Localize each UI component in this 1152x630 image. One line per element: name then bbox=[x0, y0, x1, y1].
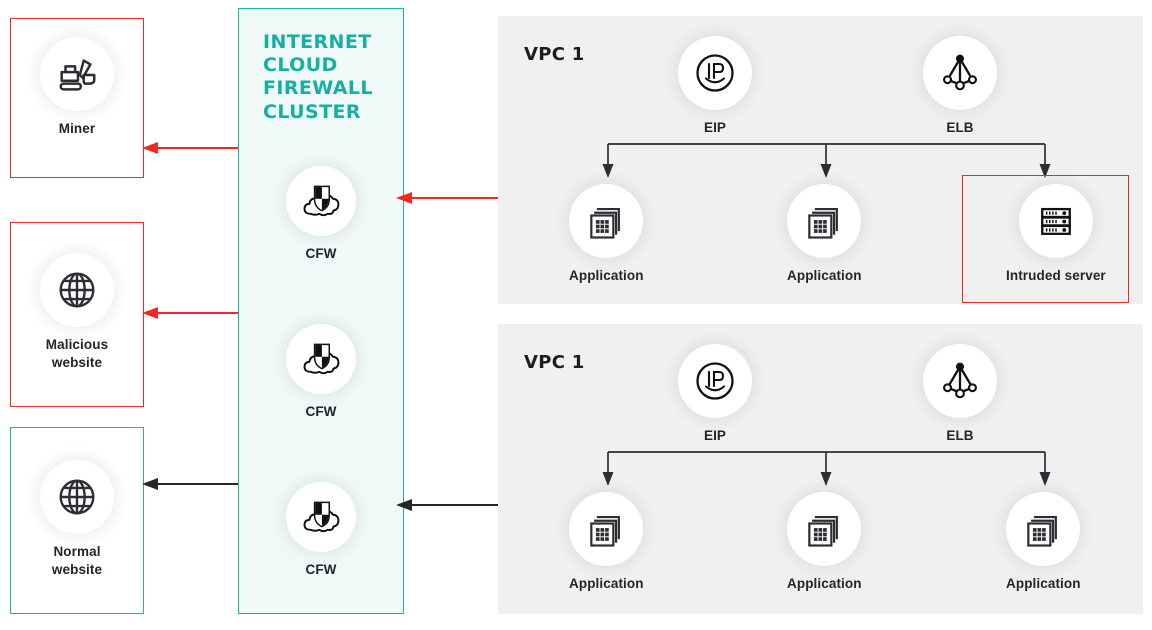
arrow-vpc2-to-cluster bbox=[396, 499, 498, 511]
arrow-cluster-to-normal-website bbox=[142, 478, 238, 490]
arrow-cluster-to-malicious-website bbox=[142, 307, 238, 319]
diagram-canvas: Miner Malicious website Normal website I… bbox=[0, 0, 1152, 630]
arrow-cluster-to-miner bbox=[142, 142, 238, 154]
flow-arrows bbox=[142, 142, 498, 511]
arrow-vpc1-to-cluster bbox=[396, 192, 498, 204]
